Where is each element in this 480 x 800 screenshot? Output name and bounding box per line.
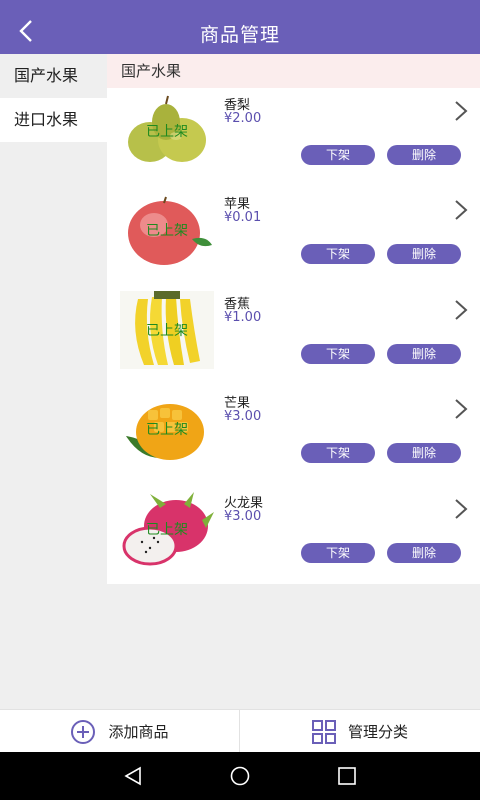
- chevron-right-icon[interactable]: [454, 100, 468, 122]
- category-item-domestic[interactable]: 国产水果: [0, 54, 107, 98]
- delete-button[interactable]: 删除: [387, 145, 461, 165]
- product-price: ¥3.00: [224, 409, 262, 425]
- category-item-imported[interactable]: 进口水果: [0, 98, 107, 142]
- dragonfruit-image: 已上架: [120, 490, 214, 568]
- chevron-right-icon[interactable]: [454, 398, 468, 420]
- product-row[interactable]: 已上架 芒果 ¥3.00 下架 删除: [107, 386, 480, 485]
- nav-recent-icon[interactable]: [336, 765, 358, 787]
- product-price: ¥3.00: [224, 508, 262, 524]
- chevron-right-icon[interactable]: [454, 299, 468, 321]
- chevron-right-icon[interactable]: [454, 498, 468, 520]
- plus-circle-icon: [71, 719, 96, 744]
- section-header: 国产水果: [107, 54, 480, 88]
- page-title: 商品管理: [199, 24, 280, 46]
- product-list-panel: 国产水果 已上架 香梨 ¥2.00 下架 删除 已上架 苹果 ¥0.01 下架 …: [107, 54, 480, 584]
- take-offline-button[interactable]: 下架: [301, 443, 375, 464]
- chevron-right-icon[interactable]: [454, 199, 468, 221]
- product-row[interactable]: 已上架 香蕉 ¥1.00 下架 删除: [107, 287, 480, 386]
- grid-icon: [311, 719, 336, 744]
- delete-button[interactable]: 删除: [387, 343, 461, 364]
- category-sidebar: 国产水果 进口水果: [0, 54, 107, 709]
- product-price: ¥0.01: [224, 210, 262, 226]
- product-row[interactable]: 已上架 苹果 ¥0.01 下架 删除: [107, 187, 480, 286]
- manage-category-button[interactable]: 管理分类: [240, 710, 480, 753]
- delete-button[interactable]: 删除: [387, 443, 461, 464]
- status-label: 已上架: [146, 521, 188, 538]
- status-label: 已上架: [146, 124, 188, 140]
- system-nav-bar: [0, 752, 480, 800]
- product-price: ¥1.00: [224, 309, 262, 325]
- nav-back-icon[interactable]: [122, 765, 144, 787]
- take-offline-button[interactable]: 下架: [301, 343, 375, 364]
- status-label: 已上架: [146, 223, 188, 240]
- banana-image: 已上架: [120, 290, 214, 369]
- status-label: 已上架: [146, 422, 188, 439]
- product-row[interactable]: 已上架 香梨 ¥2.00 下架 删除: [107, 88, 480, 187]
- apple-image: 已上架: [120, 191, 214, 269]
- delete-button[interactable]: 删除: [387, 244, 461, 265]
- add-product-label: 添加商品: [108, 723, 169, 741]
- pear-image: 已上架: [120, 92, 214, 170]
- status-bar: [0, 0, 480, 8]
- take-offline-button[interactable]: 下架: [301, 542, 375, 563]
- status-label: 已上架: [146, 322, 188, 339]
- nav-home-icon[interactable]: [229, 765, 251, 787]
- bottom-action-bar: 添加商品 管理分类: [0, 709, 480, 753]
- product-row[interactable]: 已上架 火龙果 ¥3.00 下架 删除: [107, 486, 480, 585]
- take-offline-button[interactable]: 下架: [301, 244, 375, 265]
- add-product-button[interactable]: 添加商品: [0, 710, 240, 753]
- manage-category-label: 管理分类: [347, 723, 408, 741]
- mango-image: 已上架: [120, 390, 214, 468]
- app-bar: 商品管理: [0, 8, 480, 54]
- delete-button[interactable]: 删除: [387, 542, 461, 563]
- take-offline-button[interactable]: 下架: [301, 145, 375, 165]
- product-price: ¥2.00: [224, 111, 262, 126]
